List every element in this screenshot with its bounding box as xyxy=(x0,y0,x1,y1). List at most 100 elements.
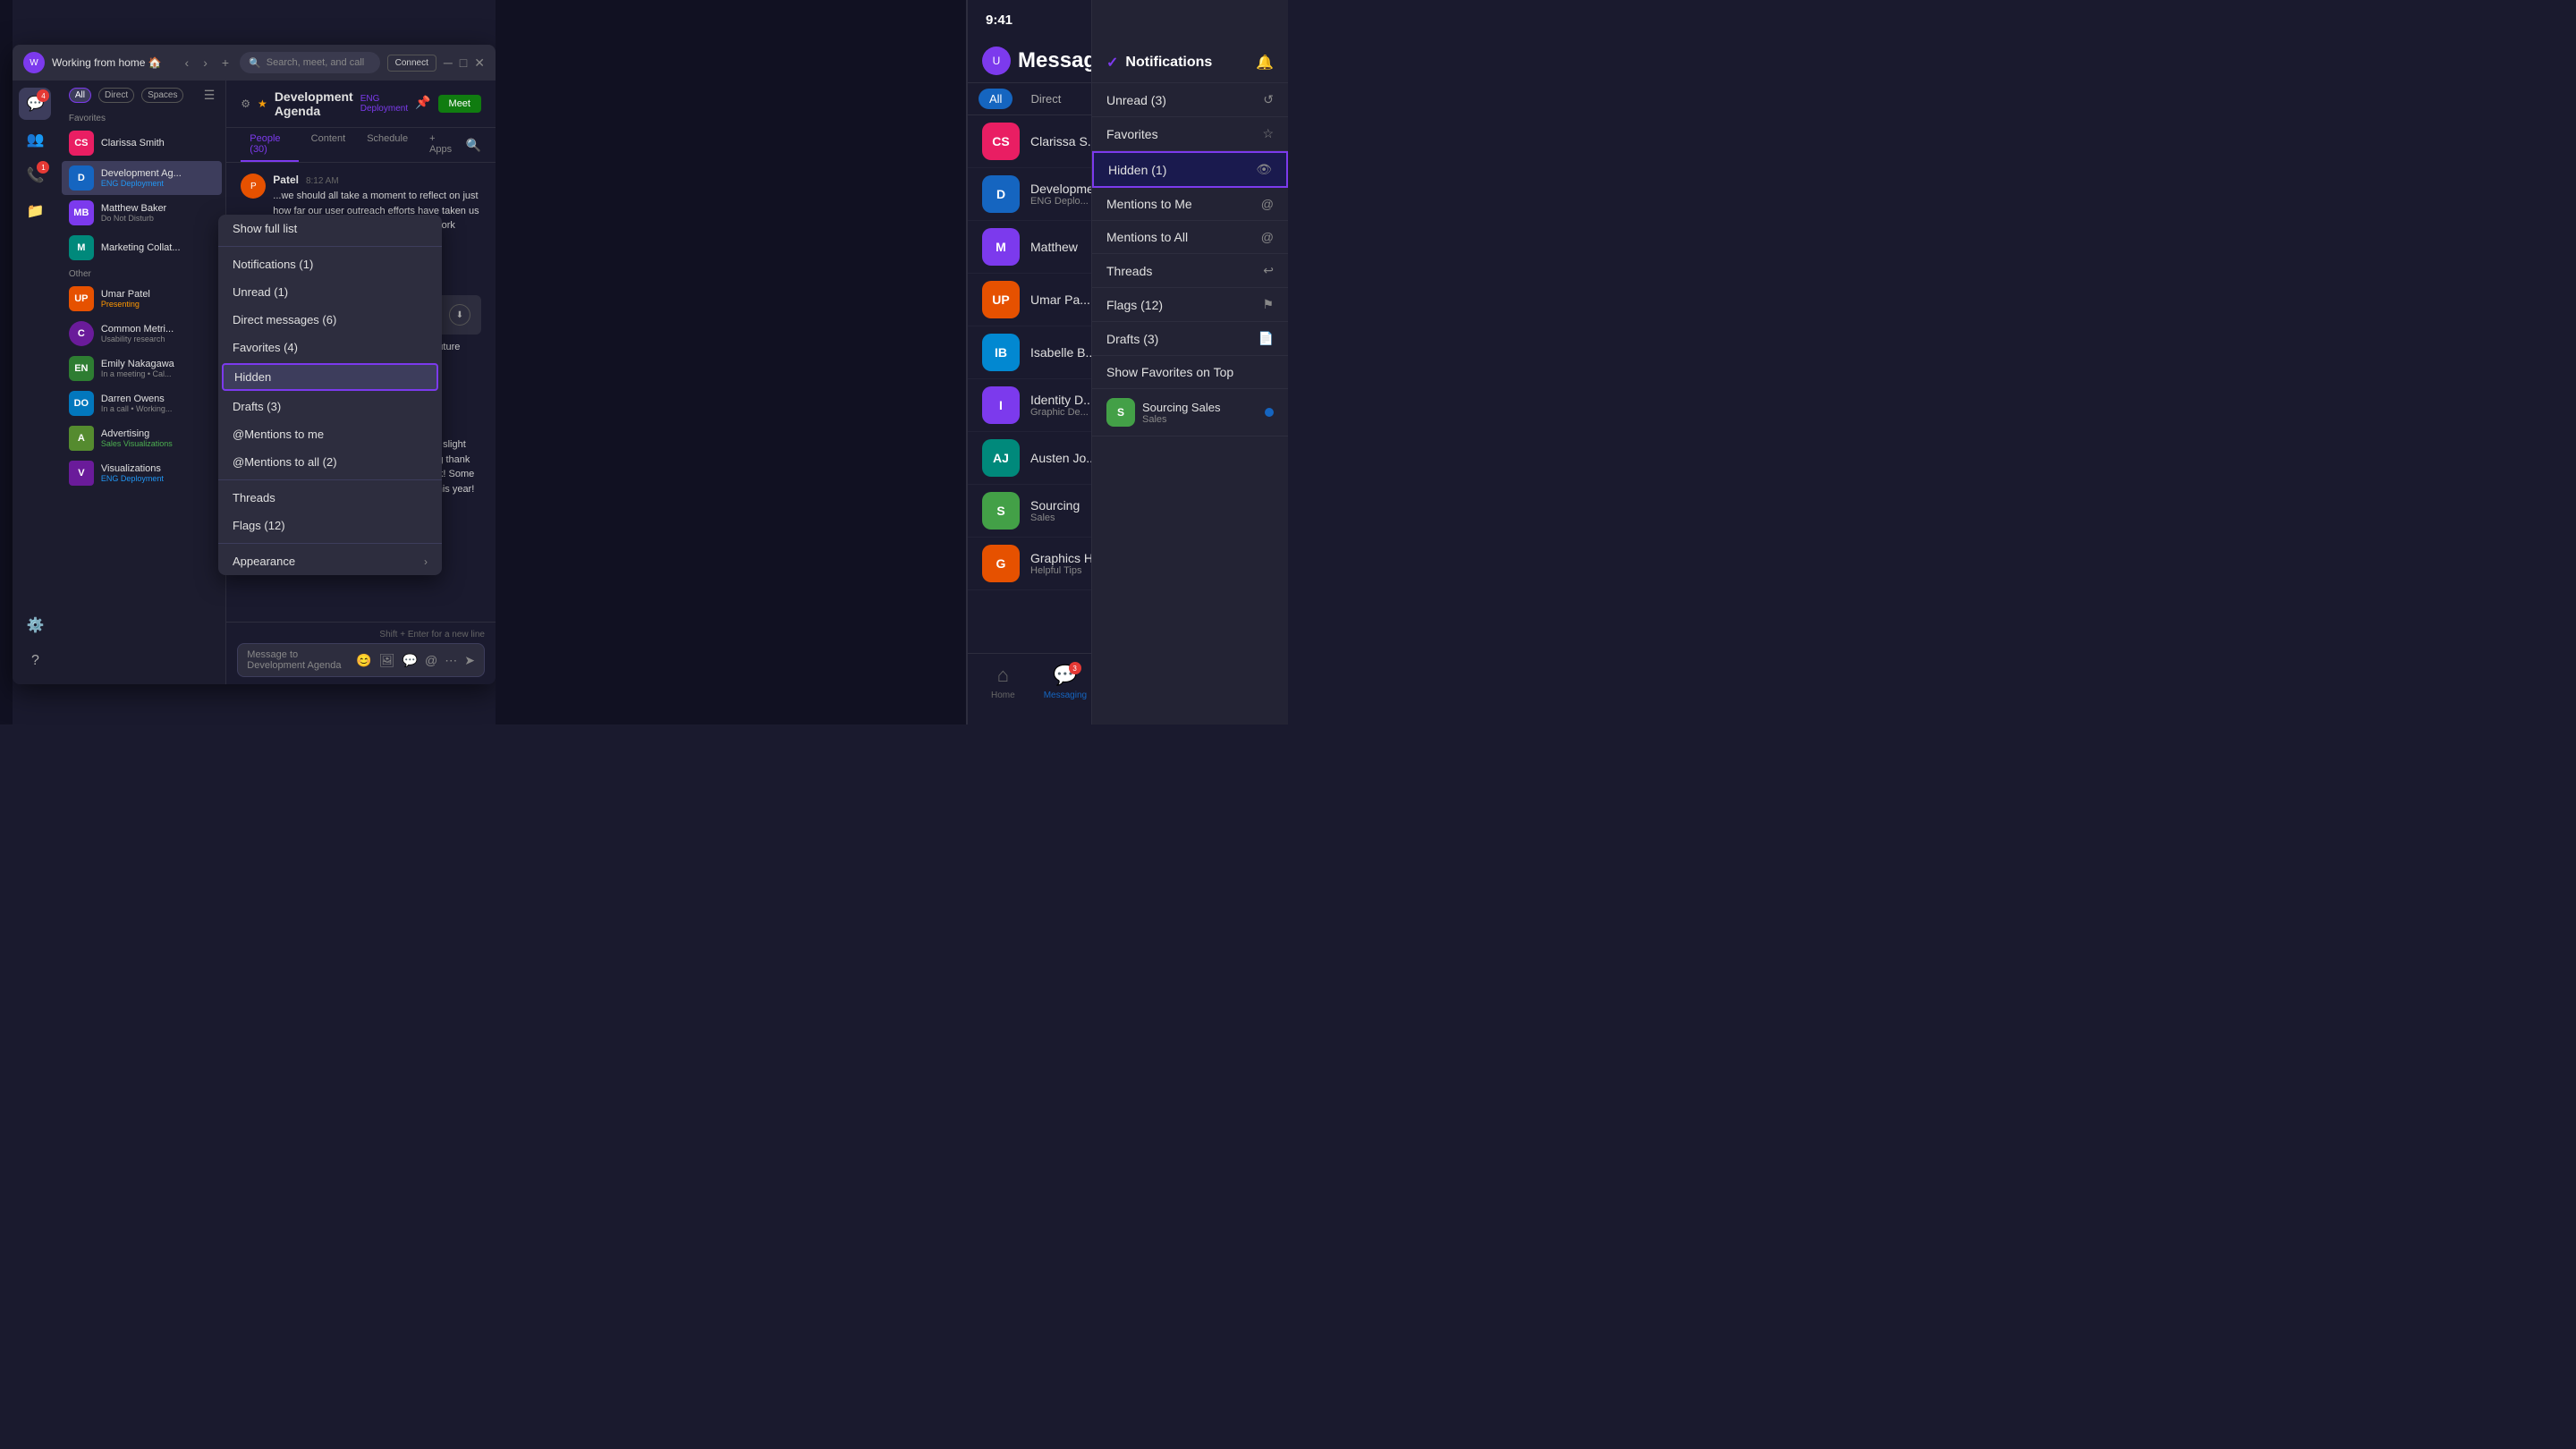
filter-spaces[interactable]: Spaces xyxy=(141,88,183,103)
channel-title: Development Agenda xyxy=(275,89,353,118)
sidebar-icon-calls[interactable]: 📞 1 xyxy=(19,159,51,191)
search-messages-icon[interactable]: 🔍 xyxy=(466,138,481,153)
minimize-button[interactable]: ─ xyxy=(444,55,453,70)
settings-icon[interactable]: ⚙ xyxy=(241,97,250,110)
menu-item-hidden[interactable]: Hidden xyxy=(222,363,438,391)
notif-item-sourcing[interactable]: S Sourcing Sales Sales xyxy=(1092,389,1288,436)
meet-button[interactable]: Meet xyxy=(438,95,481,113)
search-bar[interactable]: 🔍 Search, meet, and call xyxy=(240,52,380,73)
notif-item-threads[interactable]: Threads ↩ xyxy=(1092,254,1288,288)
notif-item-drafts[interactable]: Drafts (3) 📄 xyxy=(1092,322,1288,356)
notif-item-mentions-all[interactable]: Mentions to All @ xyxy=(1092,221,1288,254)
menu-item-show-full[interactable]: Show full list xyxy=(218,215,442,242)
filter-icon[interactable]: ☰ xyxy=(204,88,216,103)
menu-item-mentions-me[interactable]: @Mentions to me xyxy=(218,420,442,448)
input-placeholder: Message to Development Agenda xyxy=(247,649,356,671)
team-icon: 👥 xyxy=(26,131,44,148)
notif-label: Unread (3) xyxy=(1106,93,1166,107)
sidebar-icon-help[interactable]: ? xyxy=(19,645,51,677)
mobile-phone: 9:41 ▂▄▆ 📶 🔋 U Messaging ☰ + All Direct … xyxy=(966,0,1288,724)
tab-schedule[interactable]: Schedule xyxy=(358,128,417,162)
menu-item-appearance[interactable]: Appearance › xyxy=(218,547,442,575)
clarissa-avatar: CS xyxy=(69,131,94,156)
notif-item-favorites[interactable]: Favorites ☆ xyxy=(1092,117,1288,151)
sourcing-dot xyxy=(1265,408,1274,417)
channel-subtitle: ENG Deployment xyxy=(360,94,408,114)
menu-item-notifications[interactable]: Notifications (1) xyxy=(218,250,442,278)
notif-item-hidden[interactable]: Hidden (1) 👁 xyxy=(1092,151,1288,188)
notif-item-mentions-me[interactable]: Mentions to Me @ xyxy=(1092,188,1288,221)
menu-item-unread[interactable]: Unread (1) xyxy=(218,278,442,306)
menu-item-mentions-all[interactable]: @Mentions to all (2) xyxy=(218,448,442,476)
nav-item-messaging[interactable]: 💬 3 Messaging xyxy=(1044,664,1087,700)
channel-item-viz[interactable]: V Visualizations ENG Deployment xyxy=(62,456,222,490)
bell-icon[interactable]: 🔔 xyxy=(1256,54,1274,72)
channel-name: Common Metri... xyxy=(101,324,215,335)
tab-content[interactable]: Content xyxy=(302,128,355,162)
mobile-tab-direct[interactable]: Direct xyxy=(1020,89,1072,109)
download-button[interactable]: ⬇ xyxy=(449,304,470,326)
close-button[interactable]: ✕ xyxy=(474,55,485,71)
channel-item-matthew[interactable]: MB Matthew Baker Do Not Disturb xyxy=(62,196,222,230)
more-icon[interactable]: ⋯ xyxy=(445,653,457,668)
sidebar-icon-files[interactable]: 📁 xyxy=(19,195,51,227)
channel-item-development[interactable]: D Development Ag... ENG Deployment xyxy=(62,161,222,195)
connect-button[interactable]: Connect xyxy=(387,55,436,72)
channel-item-umar[interactable]: UP Umar Patel Presenting xyxy=(62,282,222,316)
channel-info: Emily Nakagawa In a meeting • Cal... xyxy=(101,359,215,378)
notif-header: ✓ Notifications 🔔 xyxy=(1092,0,1288,83)
notif-label: Threads xyxy=(1106,264,1152,278)
help-icon: ? xyxy=(31,653,39,669)
filter-all[interactable]: All xyxy=(69,88,91,103)
channel-item-marketing[interactable]: M Marketing Collat... xyxy=(62,231,222,265)
sidebar-icon-apps[interactable]: ⚙️ xyxy=(19,609,51,641)
send-icon[interactable]: ➤ xyxy=(464,653,475,668)
gif-icon[interactable]: 💬 xyxy=(402,653,418,668)
notif-item-flags[interactable]: Flags (12) ⚑ xyxy=(1092,288,1288,322)
back-button[interactable]: ‹ xyxy=(182,55,193,70)
pin-icon[interactable]: 📌 xyxy=(415,95,430,113)
channel-name: Advertising xyxy=(101,428,215,439)
channel-name: Marketing Collat... xyxy=(101,242,215,253)
forward-button[interactable]: › xyxy=(199,55,211,70)
notif-label: Favorites xyxy=(1106,127,1158,141)
channel-sub: In a call • Working... xyxy=(101,404,215,413)
menu-item-threads[interactable]: Threads xyxy=(218,484,442,512)
channel-item-emily[interactable]: EN Emily Nakagawa In a meeting • Cal... xyxy=(62,352,222,386)
mobile-tab-all[interactable]: All xyxy=(979,89,1013,109)
sourcing-avatar: S xyxy=(1106,398,1135,427)
new-tab-button[interactable]: + xyxy=(218,55,233,70)
sidebar-icon-chat[interactable]: 💬 4 xyxy=(19,88,51,120)
channel-info: Darren Owens In a call • Working... xyxy=(101,394,215,413)
sidebar-icon-team[interactable]: 👥 xyxy=(19,123,51,156)
menu-item-drafts[interactable]: Drafts (3) xyxy=(218,393,442,420)
channel-name: Darren Owens xyxy=(101,394,215,404)
status-time: 9:41 xyxy=(986,13,1013,28)
filter-direct[interactable]: Direct xyxy=(98,88,134,103)
message-input[interactable]: Message to Development Agenda 😊 🖼 💬 @ ⋯ … xyxy=(237,643,485,677)
emoji-icon[interactable]: 😊 xyxy=(356,653,371,668)
mobile-user-avatar[interactable]: U xyxy=(982,47,1011,75)
menu-item-direct[interactable]: Direct messages (6) xyxy=(218,306,442,334)
star-icon[interactable]: ★ xyxy=(258,97,267,110)
menu-item-flags[interactable]: Flags (12) xyxy=(218,512,442,539)
channel-sub: ENG Deployment xyxy=(101,474,215,483)
channel-item-common[interactable]: C Common Metri... Usability research xyxy=(62,317,222,351)
messaging-badge: 3 xyxy=(1069,662,1081,674)
tab-people[interactable]: People (30) xyxy=(241,128,298,162)
maximize-button[interactable]: □ xyxy=(460,55,467,70)
channel-sub: Do Not Disturb xyxy=(101,214,215,223)
dropdown-menu: Show full list Notifications (1) Unread … xyxy=(218,215,442,575)
menu-item-favorites[interactable]: Favorites (4) xyxy=(218,334,442,361)
notif-item-unread[interactable]: Unread (3) ↺ xyxy=(1092,83,1288,117)
image-icon[interactable]: 🖼 xyxy=(379,653,395,668)
notif-item-show-favorites[interactable]: Show Favorites on Top xyxy=(1092,356,1288,389)
channel-item-advertising[interactable]: A Advertising Sales Visualizations xyxy=(62,421,222,455)
channel-item-darren[interactable]: DO Darren Owens In a call • Working... xyxy=(62,386,222,420)
channel-name: Umar Patel xyxy=(101,289,215,300)
channel-item-clarissa[interactable]: CS Clarissa Smith xyxy=(62,126,222,160)
channel-info: Advertising Sales Visualizations xyxy=(101,428,215,448)
nav-item-home[interactable]: ⌂ Home xyxy=(991,664,1015,700)
add-apps-button[interactable]: + Apps xyxy=(420,128,462,162)
mention-icon[interactable]: @ xyxy=(425,653,437,668)
